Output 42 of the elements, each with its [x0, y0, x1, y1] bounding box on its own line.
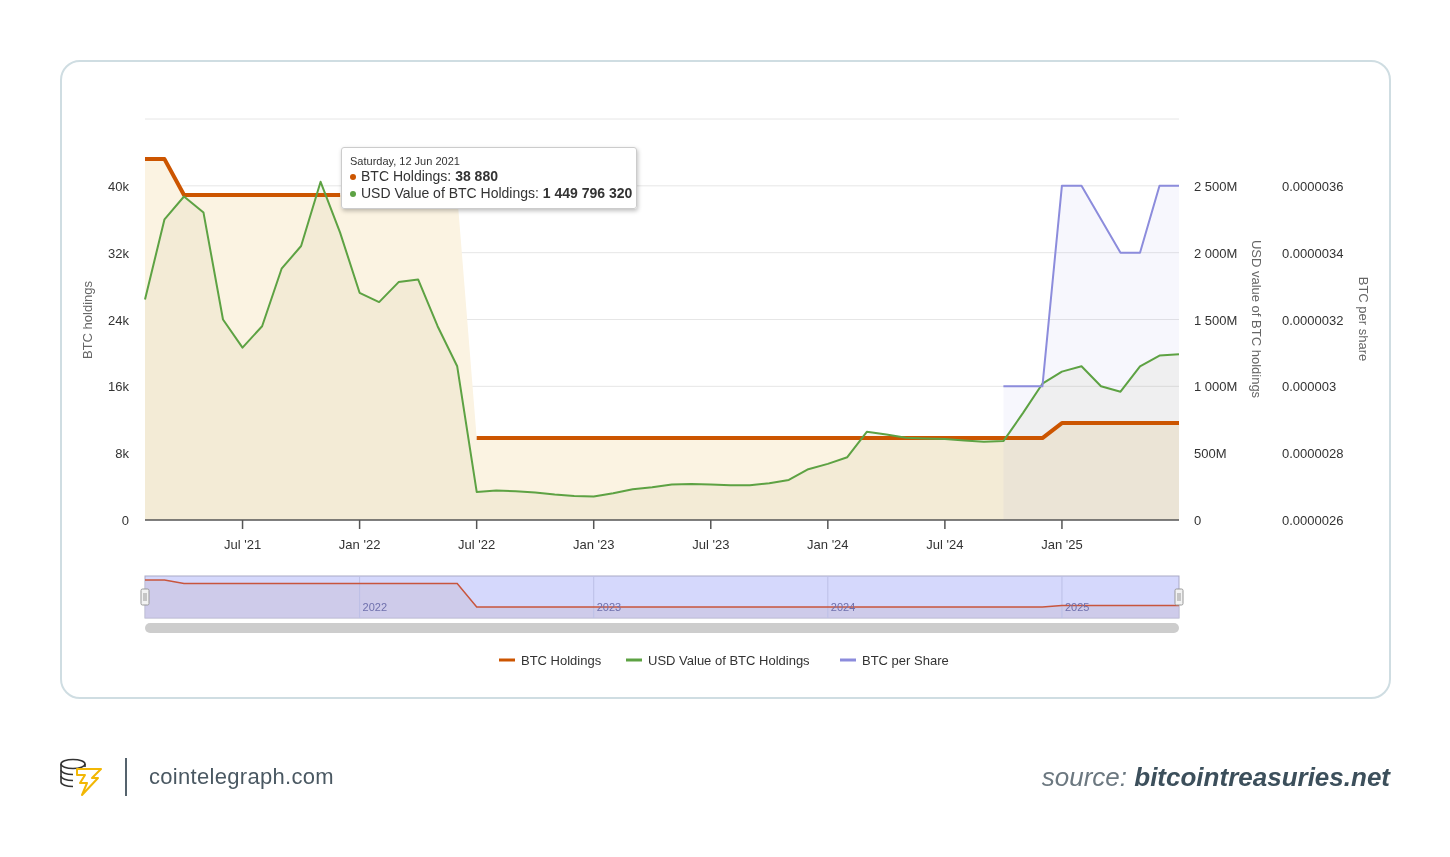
x-tick-label: Jan '24 [807, 537, 849, 552]
x-tick-label: Jan '25 [1041, 537, 1083, 552]
axis-title: BTC per share [1356, 276, 1371, 362]
legend-item[interactable]: BTC Holdings [499, 653, 602, 668]
x-tick-label: Jan '23 [572, 537, 615, 552]
y-tick-label: 500M [1194, 446, 1227, 462]
y-tick-label: 0.000003 [1282, 379, 1337, 395]
x-tick-label: Jul '23 [692, 537, 730, 552]
tooltip-value: BTC Holdings: 38 880 [361, 168, 498, 185]
navigator-handle[interactable] [140, 588, 150, 606]
x-tick-label: Jul '22 [458, 537, 496, 552]
y-tick-label: 1 000M [1194, 379, 1238, 395]
y-tick-label: 0.0000028 [1282, 446, 1344, 462]
source-credit: source: bitcointreasuries.net [1041, 761, 1390, 793]
y-tick-label: 1 500M [1194, 312, 1238, 328]
x-tick-label: Jan '22 [338, 537, 381, 552]
tooltip-date: Saturday, 12 Jun 2021 [350, 155, 461, 167]
y-tick-label: 8k [115, 446, 129, 462]
axis-title: USD value of BTC holdings [1249, 239, 1264, 399]
y-tick-label: 2 500M [1194, 178, 1238, 194]
x-tick-label: Jul '24 [926, 537, 964, 552]
y-tick-label: 0.0000036 [1282, 178, 1344, 194]
y-tick-label: 16k [108, 379, 129, 395]
y-tick-label: 0 [121, 513, 129, 528]
y-tick-label: 24k [108, 312, 129, 328]
y-tick-label: 0.0000026 [1282, 513, 1344, 528]
coins-lightning-icon [58, 757, 104, 797]
navigator-handle[interactable] [1174, 588, 1184, 606]
legend-item[interactable]: USD Value of BTC Holdings [626, 653, 810, 668]
legend-item[interactable]: BTC per Share [840, 653, 949, 668]
scrollbar[interactable] [145, 623, 1179, 633]
y-tick-label: 40k [108, 178, 129, 194]
y-tick-label: 0 [1194, 513, 1202, 528]
y-tick-label: 0.0000032 [1282, 312, 1344, 328]
axis-title: BTC holdings [80, 281, 95, 359]
tooltip-value: USD Value of BTC Holdings: 1 449 796 320 [361, 185, 633, 202]
site-name: cointelegraph.com [149, 764, 334, 790]
y-tick-label: 2 000M [1194, 245, 1238, 261]
y-tick-label: 0.0000034 [1282, 245, 1344, 261]
navigator-label: 2022 [362, 601, 388, 613]
y-tick-label: 32k [108, 245, 129, 261]
x-tick-label: Jul '21 [223, 537, 262, 552]
